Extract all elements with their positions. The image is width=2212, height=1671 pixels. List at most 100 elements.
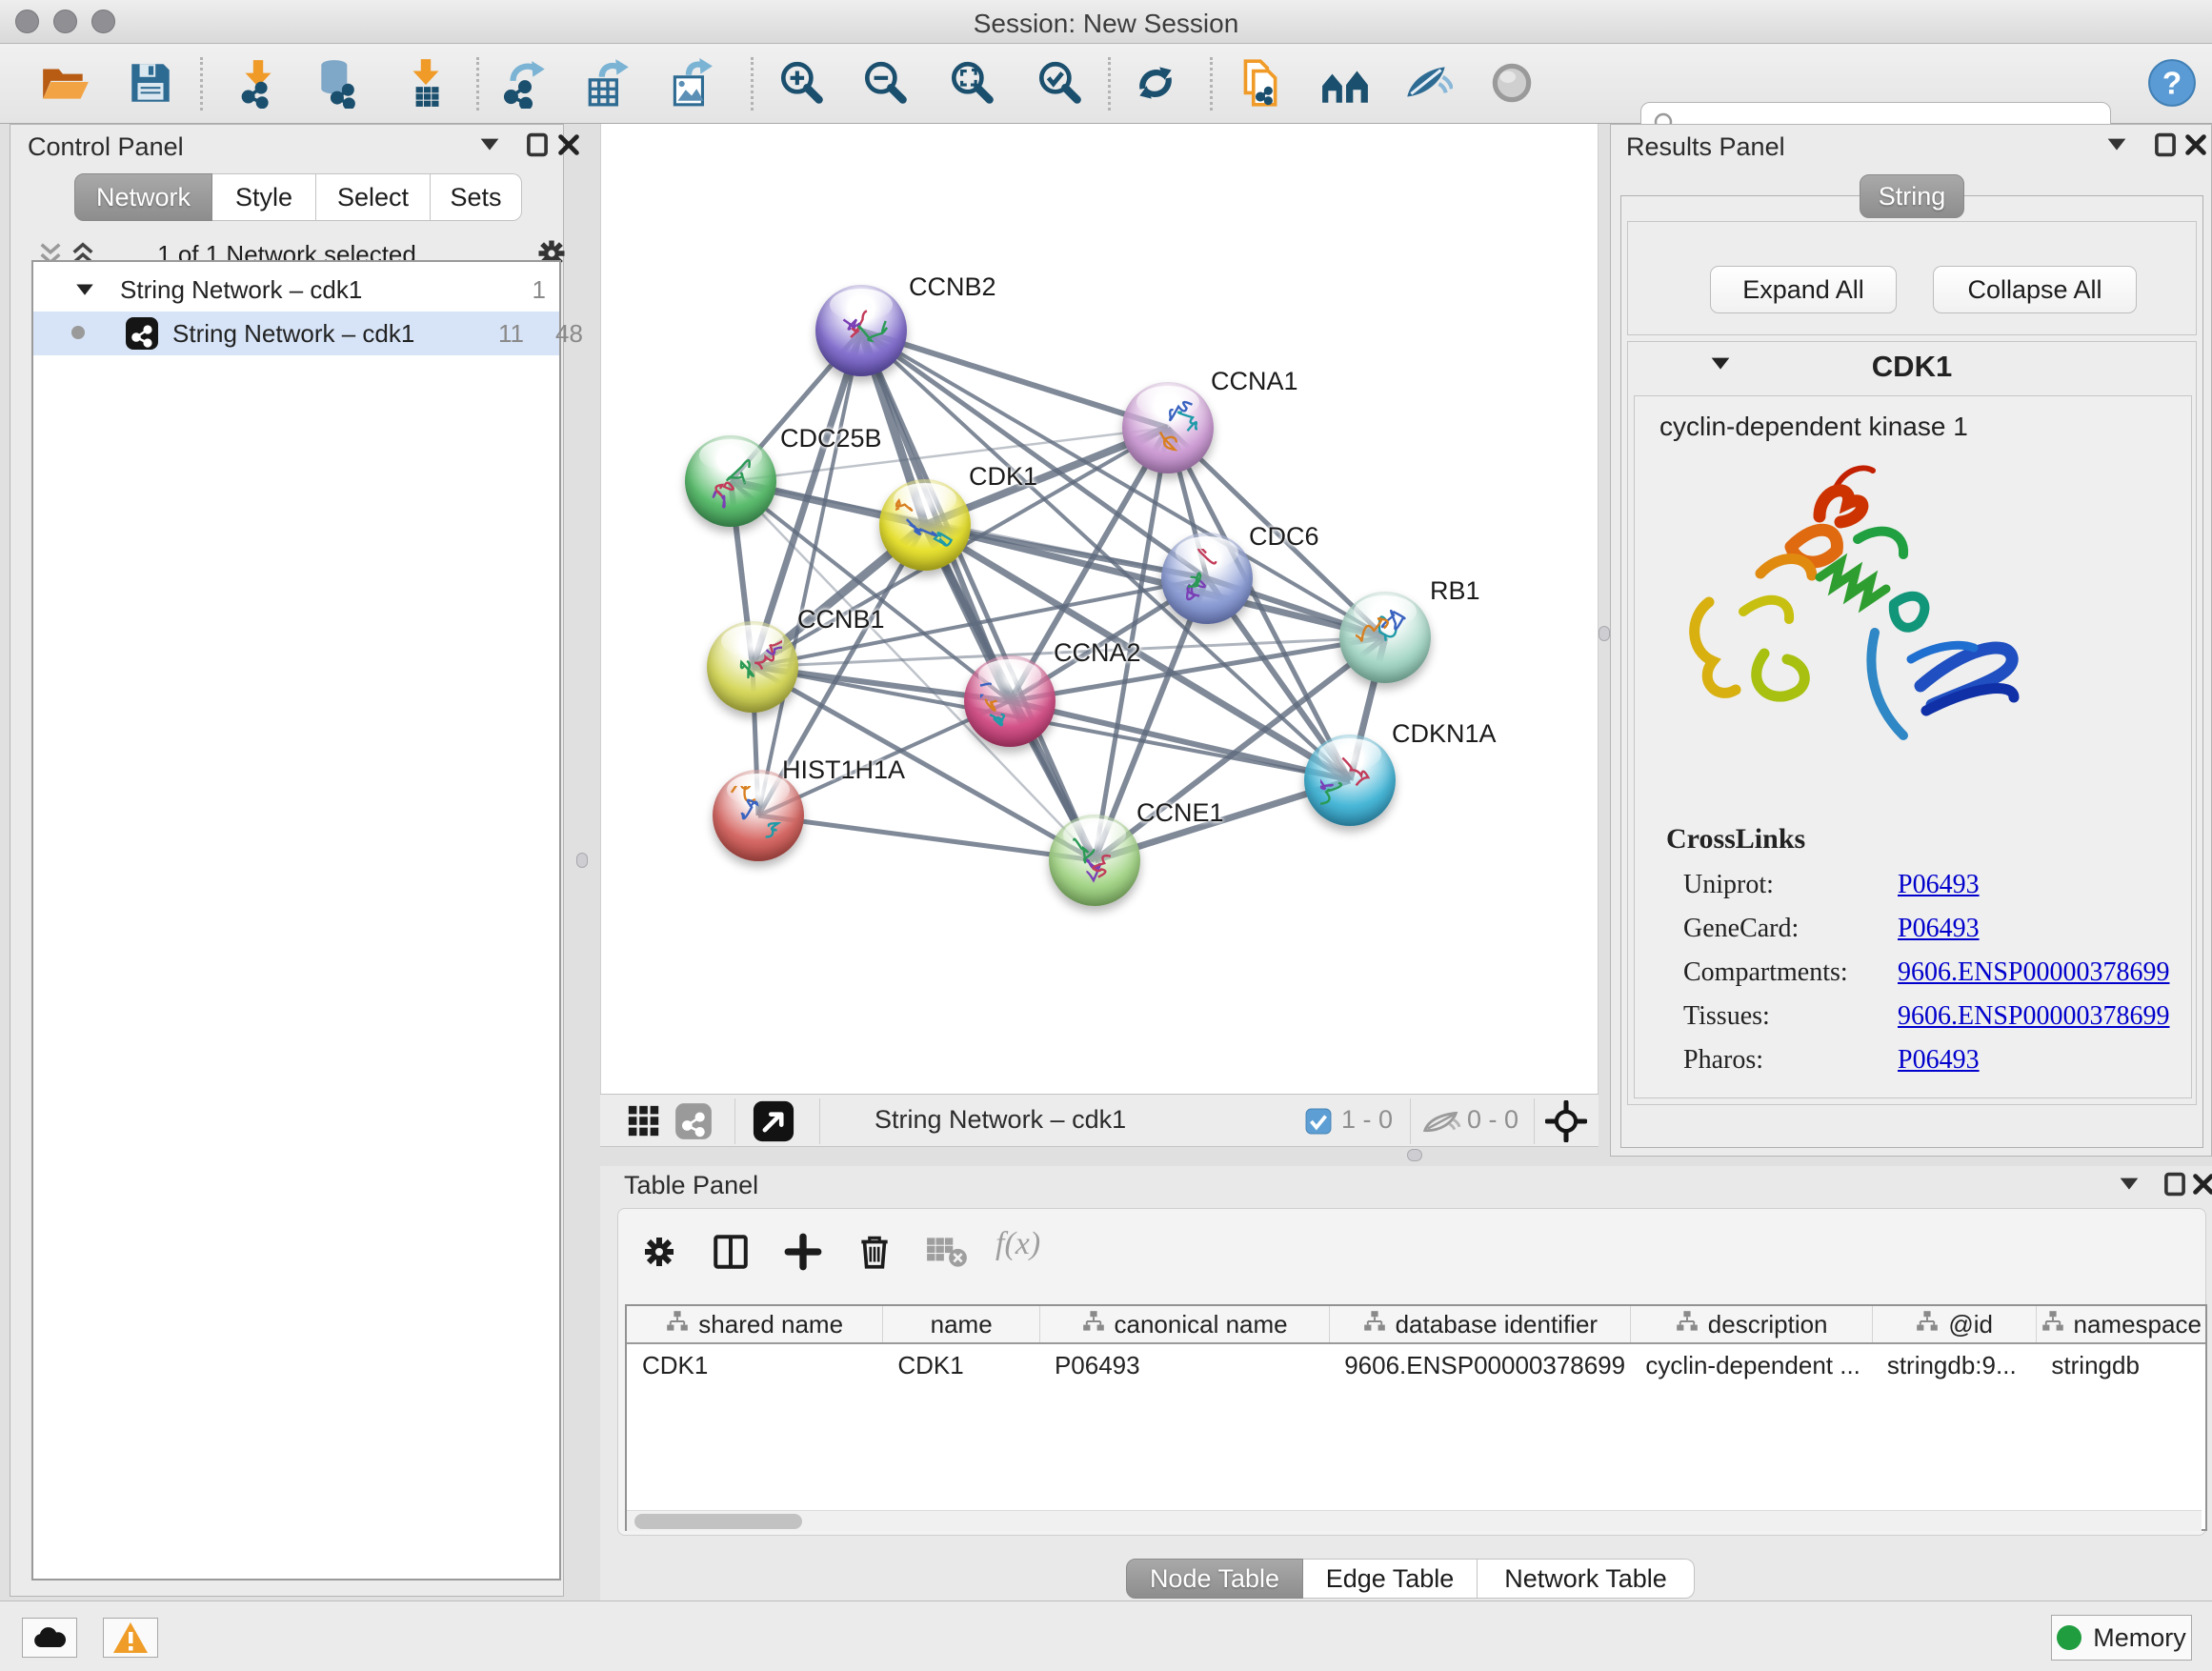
network-view-string-icon[interactable] (673, 1100, 714, 1142)
hide-selected-icon[interactable] (1398, 54, 1456, 111)
tab-sets[interactable]: Sets (431, 173, 522, 221)
float-panel-icon[interactable] (2154, 132, 2177, 157)
network-node-CDC6[interactable] (1161, 533, 1253, 624)
export-network-icon[interactable] (496, 54, 553, 111)
import-network-database-icon[interactable] (311, 54, 368, 111)
memory-button[interactable]: Memory (2051, 1615, 2192, 1661)
tab-network[interactable]: Network (74, 173, 212, 221)
network-node-CDC25B[interactable] (685, 435, 776, 527)
export-image-icon[interactable] (662, 54, 719, 111)
entry-header-row[interactable]: CDK1 (1628, 342, 2196, 392)
collection-expand-icon[interactable] (75, 282, 94, 296)
network-node-CCNA2[interactable] (964, 655, 1056, 747)
network-node-CCNE1[interactable] (1049, 815, 1140, 906)
column-header-label: description (1708, 1310, 1828, 1339)
network-node-CDK1[interactable] (879, 479, 971, 571)
crosslink-link[interactable]: P06493 (1898, 914, 1980, 944)
table-cell[interactable]: cyclin-dependent ... (1630, 1346, 1871, 1384)
panel-menu-icon[interactable] (2106, 136, 2127, 151)
column-header-shared-name[interactable]: shared name (627, 1306, 882, 1342)
protein-thumbnail-icon (729, 786, 788, 845)
column-header-description[interactable]: description (1630, 1306, 1871, 1342)
float-panel-icon[interactable] (526, 132, 549, 157)
left-splitter-handle[interactable] (576, 853, 588, 868)
column-header-label: name (931, 1310, 993, 1339)
table-cell[interactable]: stringdb:9... (1872, 1346, 2037, 1384)
network-row[interactable]: String Network – cdk1 11 48 (33, 312, 559, 355)
column-header-label: @id (1948, 1310, 1993, 1339)
table-hscrollbar-thumb[interactable] (634, 1514, 802, 1529)
fit-selected-crosshair-icon[interactable] (1545, 1100, 1587, 1142)
function-builder-icon: f(x) (995, 1226, 1040, 1262)
expand-all-button[interactable]: Expand All (1710, 266, 1897, 313)
network-node-CCNA1[interactable] (1122, 382, 1214, 473)
refresh-icon[interactable] (1127, 54, 1184, 111)
right-splitter-handle[interactable] (1599, 626, 1610, 641)
save-session-icon[interactable] (122, 54, 179, 111)
network-node-RB1[interactable] (1339, 592, 1431, 683)
close-panel-icon[interactable] (2192, 1173, 2212, 1196)
import-network-file-icon[interactable] (230, 54, 287, 111)
network-node-CDKN1A[interactable] (1304, 735, 1396, 826)
panel-menu-icon[interactable] (2119, 1176, 2140, 1191)
network-view-canvas[interactable]: CCNB2CCNA1CDC25BCDK1CDC6RB1CCNB1CCNA2CDK… (600, 124, 1599, 1094)
import-table-icon[interactable] (397, 54, 454, 111)
horizontal-splitter-handle[interactable] (1407, 1149, 1422, 1161)
table-cell[interactable]: stringdb (2036, 1346, 2205, 1384)
zoom-out-icon[interactable] (856, 54, 914, 111)
table-cell[interactable]: P06493 (1039, 1346, 1329, 1384)
toolbar-separator (476, 57, 479, 111)
crosslink-link[interactable]: P06493 (1898, 870, 1980, 900)
tab-style[interactable]: Style (212, 173, 316, 221)
table-tabs: Node TableEdge TableNetwork Table (1126, 1559, 1695, 1599)
birds-eye-view-icon[interactable] (753, 1100, 794, 1142)
collapse-all-button[interactable]: Collapse All (1933, 266, 2137, 313)
table-cell[interactable]: CDK1 (627, 1346, 882, 1384)
help-icon[interactable]: ? (2143, 54, 2201, 111)
network-edge-HIST1H1A-CCNE1[interactable] (758, 815, 1095, 860)
export-table-icon[interactable] (579, 54, 636, 111)
warnings-button[interactable] (103, 1618, 158, 1658)
column-header--id[interactable]: @id (1872, 1306, 2037, 1342)
tab-string[interactable]: String (1860, 174, 1964, 218)
column-header-namespace[interactable]: namespace (2036, 1306, 2205, 1342)
float-panel-icon[interactable] (2163, 1172, 2186, 1197)
open-session-icon[interactable] (36, 54, 93, 111)
grid-view-icon[interactable] (623, 1100, 665, 1142)
close-panel-icon[interactable] (557, 133, 580, 156)
crosslink-link[interactable]: P06493 (1898, 1045, 1980, 1076)
crosslink-link[interactable]: 9606.ENSP00000378699 (1898, 1001, 2169, 1032)
table-hscrollbar (627, 1510, 2202, 1531)
network-edge-CCNB2-CCNA1[interactable] (861, 331, 1168, 428)
column-header-canonical-name[interactable]: canonical name (1039, 1306, 1329, 1342)
selected-checkbox-icon[interactable] (1305, 1108, 1332, 1135)
column-header-name[interactable]: name (882, 1306, 1039, 1342)
add-column-icon[interactable] (781, 1230, 825, 1274)
table-gear-icon[interactable] (637, 1230, 681, 1274)
tab-select[interactable]: Select (316, 173, 431, 221)
table-cell[interactable]: CDK1 (882, 1346, 1039, 1384)
crosslink-link[interactable]: 9606.ENSP00000378699 (1898, 957, 2169, 988)
houses-icon[interactable] (1317, 54, 1374, 111)
network-node-CCNB1[interactable] (707, 621, 798, 713)
network-collection-row[interactable]: String Network – cdk1 1 (33, 268, 559, 312)
close-panel-icon[interactable] (2184, 133, 2207, 156)
panel-menu-icon[interactable] (479, 136, 500, 151)
column-header-database-identifier[interactable]: database identifier (1329, 1306, 1630, 1342)
tab-network-table[interactable]: Network Table (1478, 1559, 1695, 1599)
results-buttons-box: Expand All Collapse All (1627, 221, 2197, 335)
delete-column-icon[interactable] (853, 1230, 896, 1274)
tab-node-table[interactable]: Node Table (1126, 1559, 1303, 1599)
zoom-fit-icon[interactable] (943, 54, 1000, 111)
cloud-button[interactable] (22, 1618, 77, 1658)
zoom-in-icon[interactable] (773, 54, 830, 111)
show-columns-icon[interactable] (709, 1230, 753, 1274)
clone-network-icon[interactable] (1231, 54, 1288, 111)
table-cell[interactable]: 9606.ENSP00000378699 (1329, 1346, 1630, 1384)
table-card: f(x) shared name name canonical namedataba… (617, 1208, 2206, 1536)
network-node-CCNB2[interactable] (815, 285, 907, 376)
table-row[interactable]: CDK1CDK1P064939606.ENSP00000378699cyclin… (627, 1346, 2205, 1384)
inactive-eye-icon[interactable] (1483, 54, 1540, 111)
zoom-selected-icon[interactable] (1031, 54, 1088, 111)
tab-edge-table[interactable]: Edge Table (1303, 1559, 1478, 1599)
